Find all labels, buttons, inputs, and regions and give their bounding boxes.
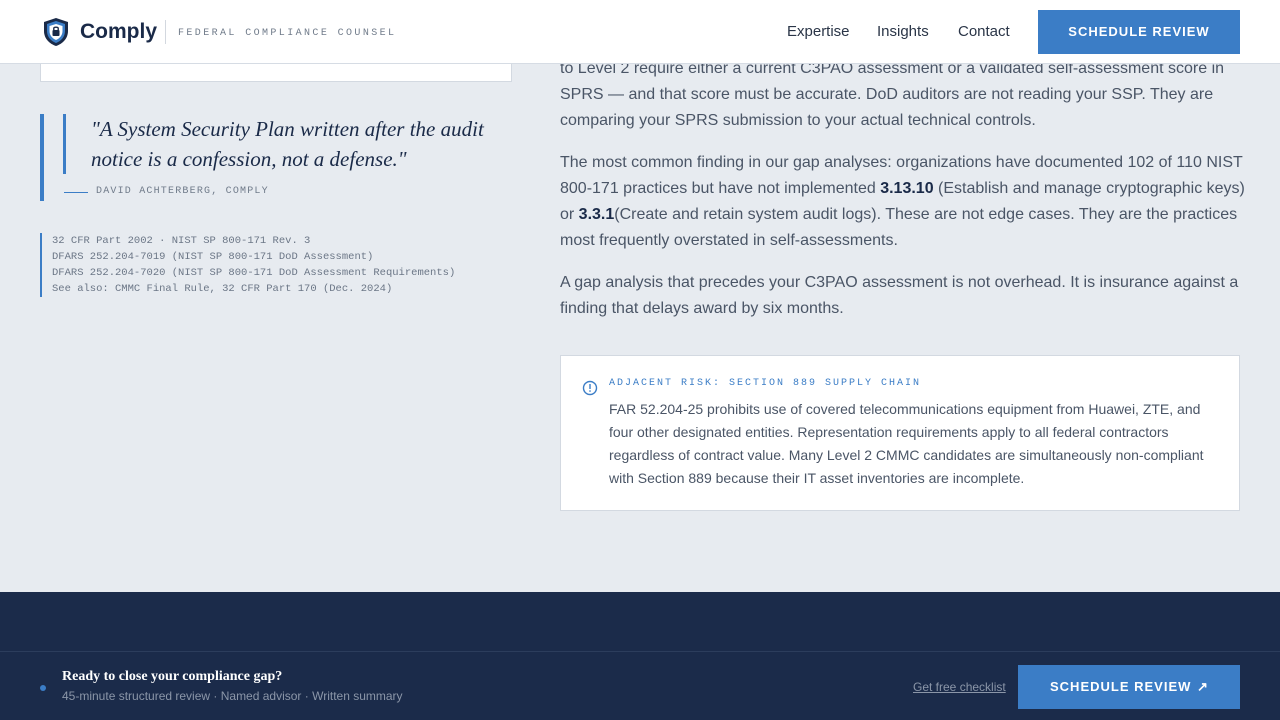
risk-callout: ADJACENT RISK: SECTION 889 SUPPLY CHAIN … bbox=[560, 355, 1240, 511]
status-dot bbox=[40, 685, 46, 691]
brand-tagline: FEDERAL COMPLIANCE COUNSEL bbox=[178, 28, 397, 39]
arrow-up-right-icon: ↗ bbox=[1197, 679, 1209, 694]
pull-quote: "A System Security Plan written after th… bbox=[91, 117, 484, 171]
citation-item: See also: CMMC Final Rule, 32 CFR Part 1… bbox=[52, 283, 393, 295]
practice-code: 3.3.1 bbox=[578, 206, 615, 223]
brand-name[interactable]: Comply bbox=[80, 20, 157, 44]
article-paragraph: The most common finding in our gap analy… bbox=[560, 150, 1245, 254]
practice-code: 3.13.10 bbox=[880, 180, 934, 197]
site-header: Comply FEDERAL COMPLIANCE COUNSEL Expert… bbox=[0, 0, 1280, 64]
article-paragraph: to Level 2 require either a current C3PA… bbox=[560, 60, 1225, 129]
schedule-review-cta-button[interactable]: SCHEDULE REVIEW ↗ bbox=[1018, 665, 1240, 709]
citation-list: 32 CFR Part 2002 · NIST SP 800-171 Rev. … bbox=[40, 233, 512, 297]
schedule-review-button[interactable]: SCHEDULE REVIEW bbox=[1038, 10, 1240, 54]
article-paragraph: A gap analysis that precedes your C3PAO … bbox=[560, 274, 1239, 317]
info-circle-icon bbox=[582, 380, 598, 396]
citation-item: DFARS 252.204-7019 (NIST SP 800-171 DoD … bbox=[52, 251, 374, 263]
nav-link-contact[interactable]: Contact bbox=[958, 23, 1010, 40]
quote-attribution: DAVID ACHTERBERG, COMPLY bbox=[96, 186, 269, 197]
free-checklist-link[interactable]: Get free checklist bbox=[913, 680, 1006, 694]
cta-heading: Ready to close your compliance gap? bbox=[62, 669, 283, 684]
cta-button-label: SCHEDULE REVIEW bbox=[1050, 679, 1192, 694]
nav-link-expertise[interactable]: Expertise bbox=[787, 23, 850, 40]
quote-inner-bar bbox=[63, 114, 66, 174]
callout-title: ADJACENT RISK: SECTION 889 SUPPLY CHAIN bbox=[609, 378, 922, 389]
attribution-rule bbox=[64, 192, 88, 193]
citation-item: 32 CFR Part 2002 · NIST SP 800-171 Rev. … bbox=[52, 235, 311, 247]
brand-divider bbox=[165, 20, 166, 44]
shield-lock-icon[interactable] bbox=[42, 17, 70, 47]
citation-item: DFARS 252.204-7020 (NIST SP 800-171 DoD … bbox=[52, 267, 456, 279]
cta-subtext: 45-minute structured review · Named advi… bbox=[62, 689, 403, 703]
nav-link-insights[interactable]: Insights bbox=[877, 23, 929, 40]
quote-accent-bar bbox=[40, 114, 44, 201]
callout-body: FAR 52.204-25 prohibits use of covered t… bbox=[609, 401, 1204, 486]
paragraph-text: (Create and retain system audit logs). T… bbox=[560, 206, 1238, 249]
sticky-cta-bar: Ready to close your compliance gap? 45-m… bbox=[0, 651, 1280, 720]
